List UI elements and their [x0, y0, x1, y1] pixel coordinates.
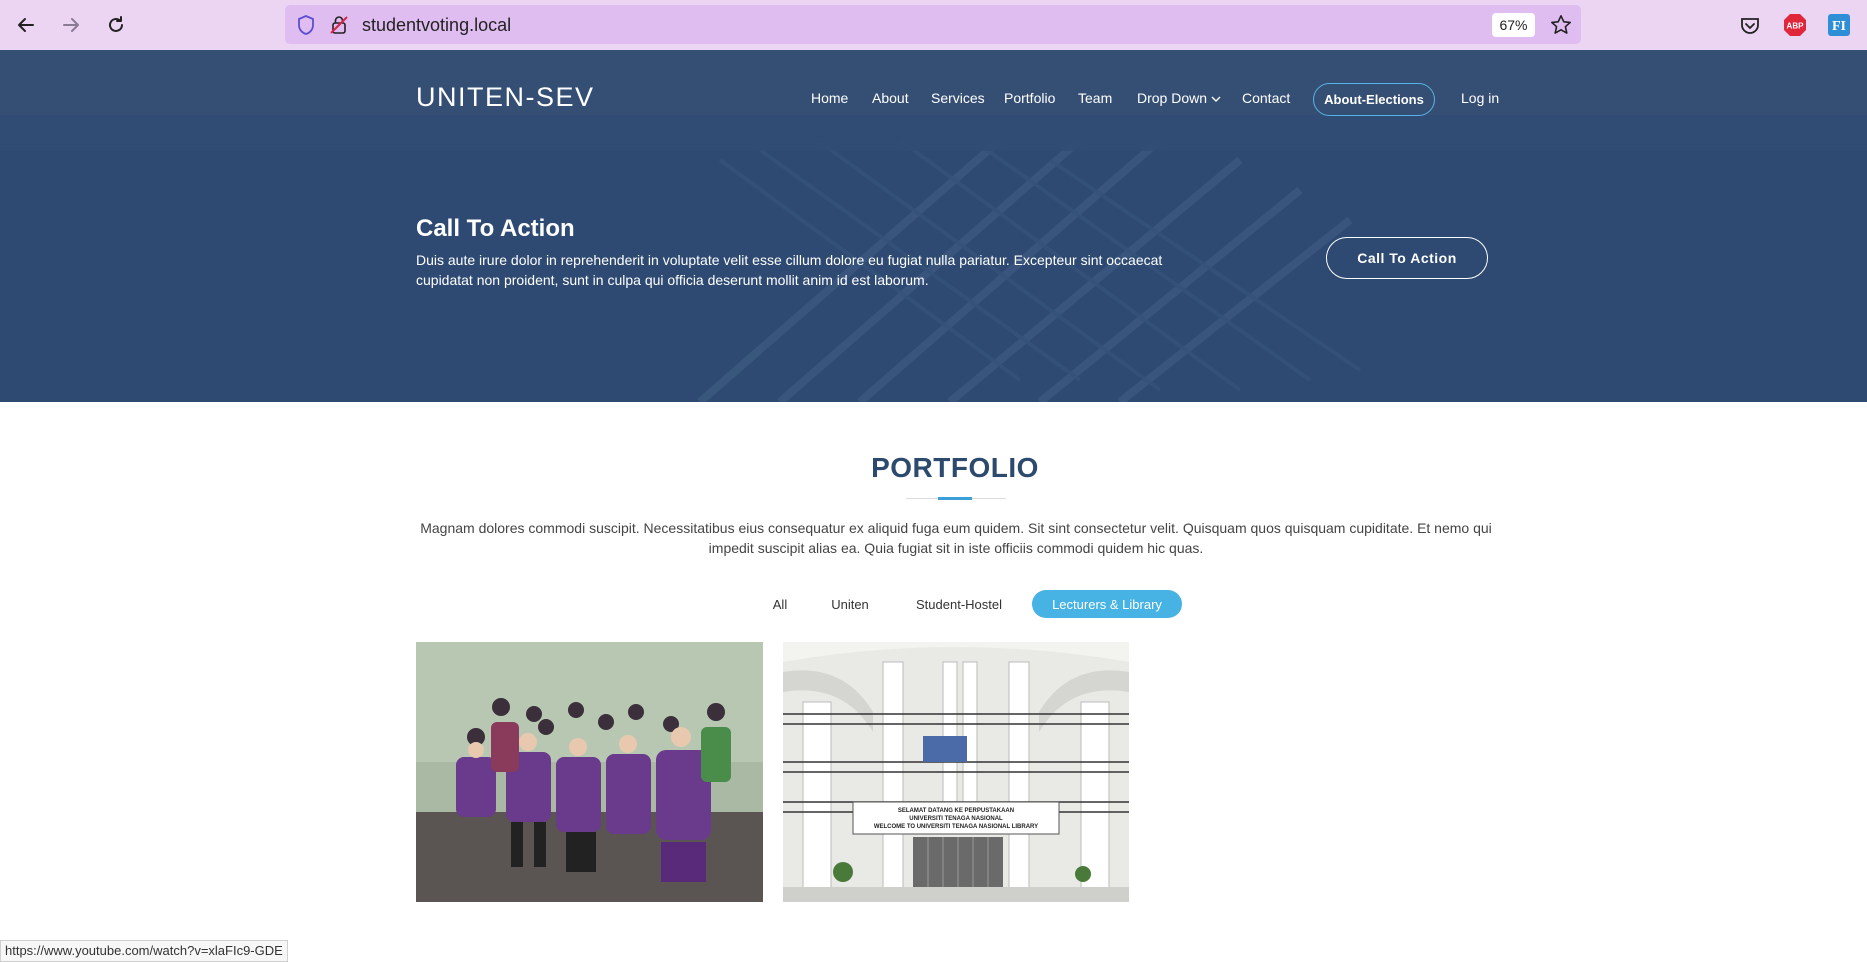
star-icon[interactable]: [1549, 13, 1573, 42]
zoom-level[interactable]: 67%: [1492, 13, 1535, 37]
extension-icon[interactable]: FI: [1827, 13, 1851, 37]
cta-title: Call To Action: [416, 215, 575, 242]
portfolio-description: Magnam dolores commodi suscipit. Necessi…: [420, 520, 1492, 556]
nav-portfolio[interactable]: Portfolio: [1004, 90, 1055, 106]
nav-login[interactable]: Log in: [1461, 90, 1499, 106]
cta-button[interactable]: Call To Action: [1326, 237, 1488, 279]
filter-all[interactable]: All: [766, 590, 794, 618]
nav-about-elections-button[interactable]: About-Elections: [1313, 83, 1435, 116]
site-logo[interactable]: UNITEN-SEV: [416, 82, 595, 113]
library-banner-line3: WELCOME TO UNIVERSITI TENAGA NASIONAL LI…: [874, 824, 1038, 830]
cta-text: Duis aute irure dolor in reprehenderit i…: [416, 252, 1163, 288]
status-bar-link: https://www.youtube.com/watch?v=xlaFIc9-…: [0, 940, 288, 962]
lock-slash-icon[interactable]: [329, 14, 349, 41]
nav-home[interactable]: Home: [811, 90, 848, 106]
pocket-icon[interactable]: [1738, 13, 1762, 37]
nav-team[interactable]: Team: [1078, 90, 1112, 106]
forward-arrow-icon[interactable]: [58, 12, 84, 38]
abp-label: ABP: [1787, 22, 1805, 31]
nav-contact[interactable]: Contact: [1242, 90, 1290, 106]
filter-lecturers-library[interactable]: Lecturers & Library: [1032, 590, 1182, 618]
shield-icon[interactable]: [296, 14, 316, 41]
group-photo-image: [416, 642, 763, 902]
url-text[interactable]: studentvoting.local: [362, 15, 511, 36]
nav-about[interactable]: About: [872, 90, 909, 106]
portfolio-item-library[interactable]: SELAMAT DATANG KE PERPUSTAKAAN UNIVERSIT…: [783, 642, 1129, 902]
filter-uniten[interactable]: Uniten: [822, 590, 878, 618]
nav-services[interactable]: Services: [931, 90, 985, 106]
portfolio-title: PORTFOLIO: [871, 452, 1039, 483]
chevron-down-icon: [1211, 90, 1221, 106]
back-arrow-icon[interactable]: [13, 12, 39, 38]
address-bar[interactable]: studentvoting.local 67%: [285, 5, 1581, 44]
library-photo-image: SELAMAT DATANG KE PERPUSTAKAAN UNIVERSIT…: [783, 642, 1129, 902]
title-accent: [938, 497, 972, 500]
hero-section: UNITEN-SEV Home About Services Portfolio…: [0, 50, 1867, 402]
abp-icon[interactable]: ABP: [1783, 13, 1807, 37]
extension-label: FI: [1832, 19, 1846, 34]
library-banner-line1: SELAMAT DATANG KE PERPUSTAKAAN: [898, 808, 1014, 814]
reload-icon[interactable]: [103, 12, 129, 38]
nav-dropdown[interactable]: Drop Down: [1137, 90, 1221, 106]
library-banner-line2: UNIVERSITI TENAGA NASIONAL: [909, 816, 1003, 822]
browser-toolbar: studentvoting.local 67% ABP FI: [0, 0, 1867, 50]
portfolio-item-group-photo[interactable]: [416, 642, 763, 902]
filter-student-hostel[interactable]: Student-Hostel: [906, 590, 1012, 618]
nav-dropdown-label: Drop Down: [1137, 90, 1208, 106]
